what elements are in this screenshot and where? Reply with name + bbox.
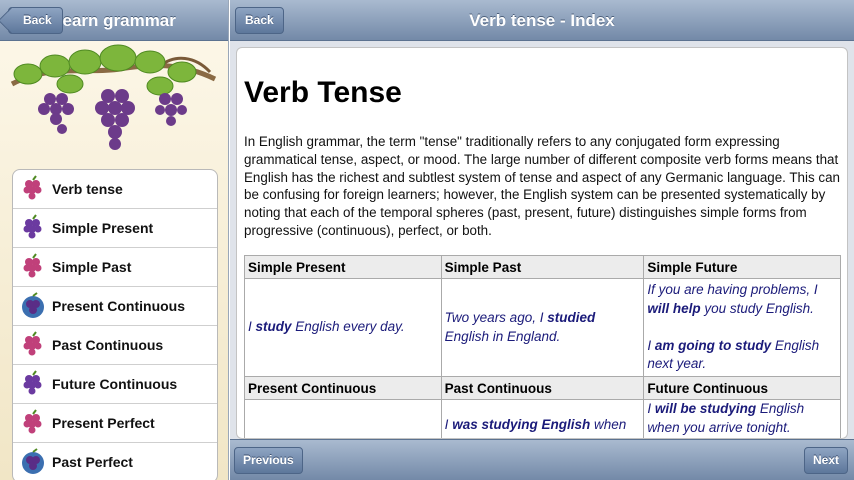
menu-item-label: Past Perfect — [52, 454, 133, 470]
grapes-pink-icon — [23, 175, 42, 200]
table-header: Simple Past — [440, 255, 645, 279]
menu-item-past-perfect[interactable]: Past Perfect — [13, 443, 217, 480]
table-row: I study English every day. Two years ago… — [244, 278, 841, 377]
table-header: Simple Future — [643, 255, 841, 279]
next-button[interactable]: Next — [803, 447, 848, 474]
menu-item-present-continuous[interactable]: Present Continuous — [13, 287, 217, 326]
table-header: Simple Present — [244, 255, 442, 279]
table-header-row: Simple Present Simple Past Simple Future — [244, 255, 841, 279]
table-cell: I was studying English when you — [440, 399, 645, 438]
grapes-pink-icon — [23, 331, 42, 356]
table-cell — [244, 399, 442, 438]
menu-item-label: Verb tense — [52, 181, 123, 197]
document-view[interactable]: Verb Tense In English grammar, the term … — [236, 47, 848, 439]
topic-menu: Verb tense Simple Present Simple Past Pr… — [12, 169, 218, 480]
grapes-pink-icon — [23, 409, 42, 434]
menu-item-label: Simple Past — [52, 259, 132, 275]
tense-table: Simple Present Simple Past Simple Future… — [244, 255, 841, 438]
table-cell: I study English every day. — [244, 278, 442, 377]
grapes-purple-icon — [23, 214, 42, 239]
grapes-purple-icon — [23, 370, 42, 395]
table-header: Future Continuous — [643, 376, 841, 400]
menu-item-label: Present Continuous — [52, 298, 186, 314]
table-row: I was studying English when you I will b… — [244, 399, 841, 438]
table-header: Past Continuous — [440, 376, 645, 400]
content-header: Verb tense - Index Back — [230, 0, 854, 41]
table-cell: Two years ago, I studied English in Engl… — [440, 278, 645, 377]
menu-item-label: Future Continuous — [52, 376, 178, 392]
table-cell: I will be studying English when you arri… — [643, 399, 841, 438]
sidebar-back-button[interactable]: Back — [8, 7, 63, 34]
menu-item-label: Simple Present — [52, 220, 154, 236]
content-back-button[interactable]: Back — [235, 7, 284, 34]
menu-item-simple-present[interactable]: Simple Present — [13, 209, 217, 248]
menu-item-simple-past[interactable]: Simple Past — [13, 248, 217, 287]
grapes-pink-icon — [23, 253, 42, 278]
menu-item-future-continuous[interactable]: Future Continuous — [13, 365, 217, 404]
grapes-globe-icon — [22, 292, 44, 318]
grapevine-illustration — [10, 44, 217, 150]
content-title: Verb tense - Index — [469, 11, 615, 30]
intro-paragraph: In English grammar, the term "tense" tra… — [244, 134, 840, 238]
grapes-globe-icon — [22, 448, 44, 474]
bottom-toolbar: Previous Next — [230, 439, 854, 480]
menu-item-label: Past Continuous — [52, 337, 164, 353]
sidebar-header: Learn grammar Back — [0, 0, 228, 41]
document-title: Verb Tense — [244, 76, 402, 109]
table-header-row: Present Continuous Past Continuous Futur… — [244, 376, 841, 400]
table-header: Present Continuous — [244, 376, 442, 400]
content-panel: Verb tense - Index Back Verb Tense In En… — [230, 0, 854, 480]
menu-item-past-continuous[interactable]: Past Continuous — [13, 326, 217, 365]
menu-item-verb-tense[interactable]: Verb tense — [13, 170, 217, 209]
table-cell: If you are having problems, I will help … — [643, 278, 841, 377]
menu-item-present-perfect[interactable]: Present Perfect — [13, 404, 217, 443]
previous-button[interactable]: Previous — [234, 447, 303, 474]
menu-item-label: Present Perfect — [52, 415, 155, 431]
sidebar-panel: Learn grammar Back Verb tense Simple Pre… — [0, 0, 229, 480]
